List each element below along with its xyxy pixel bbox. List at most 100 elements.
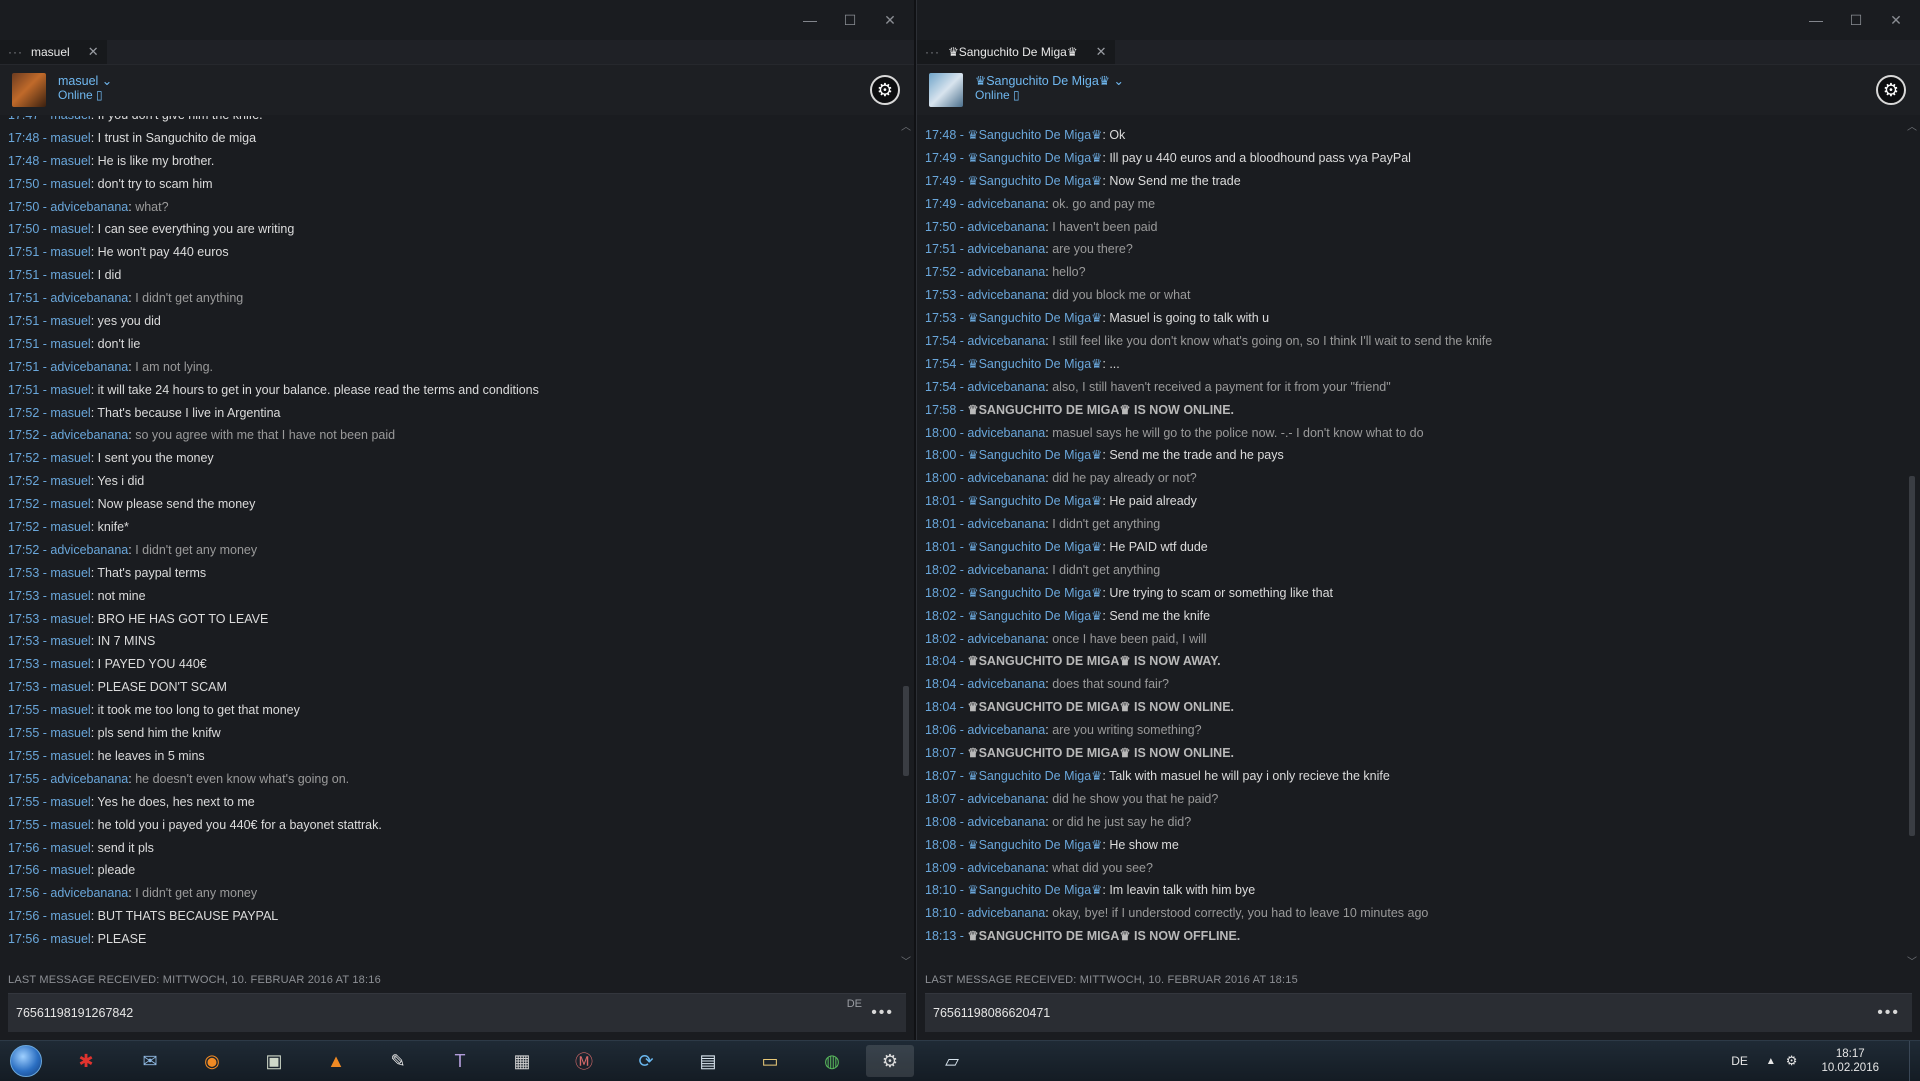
calculator-icon[interactable]: ▤: [684, 1045, 732, 1077]
message-author[interactable]: advicebanana: [967, 380, 1045, 394]
message-author[interactable]: ♛Sanguchito De Miga♛: [967, 448, 1102, 462]
message-author[interactable]: advicebanana: [967, 242, 1045, 256]
message-author[interactable]: advicebanana: [967, 632, 1045, 646]
show-desktop-button[interactable]: [1909, 1041, 1920, 1081]
message-author[interactable]: ♛Sanguchito De Miga♛: [967, 769, 1102, 783]
chrome-icon[interactable]: ◍: [808, 1045, 856, 1077]
clock[interactable]: 18:17 10.02.2016: [1821, 1047, 1879, 1075]
app-window-icon[interactable]: ▱: [928, 1045, 976, 1077]
message-author[interactable]: advicebanana: [967, 815, 1045, 829]
folder-icon[interactable]: ▭: [746, 1045, 794, 1077]
ellipsis-icon[interactable]: •••: [1877, 1004, 1900, 1022]
vlc-icon[interactable]: ▲: [312, 1045, 360, 1077]
message-author[interactable]: advicebanana: [50, 886, 128, 900]
input-language-indicator[interactable]: DE: [1731, 1054, 1748, 1068]
ellipsis-icon[interactable]: •••: [871, 1004, 894, 1022]
message-author[interactable]: masuel: [50, 116, 90, 122]
app-grid-icon[interactable]: ▦: [498, 1045, 546, 1077]
minimize-icon[interactable]: —: [796, 10, 824, 30]
message-author[interactable]: masuel: [50, 131, 90, 145]
message-author[interactable]: advicebanana: [967, 288, 1045, 302]
scroll-thumb[interactable]: [903, 686, 909, 776]
chat-tab[interactable]: ··· ♛Sanguchito De Miga♛ ✕: [917, 40, 1115, 64]
avatar[interactable]: [12, 73, 46, 107]
message-author[interactable]: masuel: [50, 177, 90, 191]
message-author[interactable]: masuel: [50, 497, 90, 511]
message-author[interactable]: masuel: [50, 154, 90, 168]
thunderbird-icon[interactable]: ✉: [126, 1045, 174, 1077]
message-author[interactable]: masuel: [50, 703, 90, 717]
message-input[interactable]: [8, 994, 846, 1032]
friend-name[interactable]: ♛Sanguchito De Miga♛ ⌄: [975, 73, 1124, 88]
steam-tray-icon[interactable]: ⚙: [1786, 1053, 1798, 1069]
message-author[interactable]: advicebanana: [967, 426, 1045, 440]
message-author[interactable]: advicebanana: [967, 197, 1045, 211]
chat-tab[interactable]: ··· masuel ✕: [0, 40, 107, 64]
message-author[interactable]: ♛Sanguchito De Miga♛: [967, 311, 1102, 325]
firefox-icon[interactable]: ◉: [188, 1045, 236, 1077]
message-author[interactable]: masuel: [50, 726, 90, 740]
message-author[interactable]: masuel: [50, 268, 90, 282]
maximize-icon[interactable]: ☐: [836, 10, 864, 30]
close-icon[interactable]: ✕: [876, 10, 904, 30]
message-author[interactable]: ♛Sanguchito De Miga♛: [967, 586, 1102, 600]
start-button[interactable]: [2, 1045, 50, 1077]
gear-icon[interactable]: ⚙: [870, 75, 900, 105]
tex-icon[interactable]: T: [436, 1045, 484, 1077]
message-author[interactable]: advicebanana: [50, 200, 128, 214]
message-author[interactable]: masuel: [50, 932, 90, 946]
message-author[interactable]: ♛Sanguchito De Miga♛: [967, 838, 1102, 852]
message-author[interactable]: advicebanana: [967, 517, 1045, 531]
tab-menu-icon[interactable]: ···: [8, 45, 23, 59]
app-m-icon[interactable]: Ⓜ: [560, 1045, 608, 1077]
message-input[interactable]: [925, 994, 1852, 1032]
message-author[interactable]: masuel: [50, 222, 90, 236]
tray-expand-icon[interactable]: ▲: [1766, 1056, 1776, 1067]
close-icon[interactable]: ✕: [1882, 10, 1910, 30]
message-author[interactable]: advicebanana: [967, 265, 1045, 279]
message-author[interactable]: masuel: [50, 818, 90, 832]
message-author[interactable]: masuel: [50, 680, 90, 694]
message-author[interactable]: masuel: [50, 451, 90, 465]
message-author[interactable]: masuel: [50, 245, 90, 259]
message-author[interactable]: advicebanana: [967, 220, 1045, 234]
sync-icon[interactable]: ⟳: [622, 1045, 670, 1077]
scroll-up-icon[interactable]: ︿: [1907, 118, 1917, 133]
message-author[interactable]: advicebanana: [50, 543, 128, 557]
message-author[interactable]: ♛Sanguchito De Miga♛: [967, 609, 1102, 623]
maximize-icon[interactable]: ☐: [1842, 10, 1870, 30]
message-author[interactable]: masuel: [50, 795, 90, 809]
message-author[interactable]: masuel: [50, 841, 90, 855]
message-author[interactable]: ♛Sanguchito De Miga♛: [967, 128, 1102, 142]
message-author[interactable]: advicebanana: [50, 428, 128, 442]
scrollbar[interactable]: ︿ ﹀: [900, 116, 912, 968]
message-author[interactable]: masuel: [50, 909, 90, 923]
message-author[interactable]: masuel: [50, 474, 90, 488]
scrollbar[interactable]: ︿ ﹀: [1906, 116, 1918, 968]
message-author[interactable]: ♛Sanguchito De Miga♛: [967, 151, 1102, 165]
message-author[interactable]: advicebanana: [50, 360, 128, 374]
message-author[interactable]: advicebanana: [967, 334, 1045, 348]
message-author[interactable]: masuel: [50, 749, 90, 763]
message-author[interactable]: ♛Sanguchito De Miga♛: [967, 540, 1102, 554]
message-author[interactable]: masuel: [50, 634, 90, 648]
message-author[interactable]: advicebanana: [50, 291, 128, 305]
gear-icon[interactable]: ⚙: [1876, 75, 1906, 105]
message-author[interactable]: masuel: [50, 612, 90, 626]
minimize-icon[interactable]: —: [1802, 10, 1830, 30]
message-author[interactable]: masuel: [50, 314, 90, 328]
message-author[interactable]: ♛Sanguchito De Miga♛: [967, 357, 1102, 371]
steam-icon[interactable]: ⚙: [866, 1045, 914, 1077]
message-author[interactable]: ♛Sanguchito De Miga♛: [967, 883, 1102, 897]
chevron-down-icon[interactable]: ⌄: [1113, 74, 1123, 88]
message-author[interactable]: advicebanana: [967, 723, 1045, 737]
tab-menu-icon[interactable]: ···: [925, 45, 940, 59]
scroll-up-icon[interactable]: ︿: [901, 118, 911, 133]
message-author[interactable]: masuel: [50, 863, 90, 877]
tab-close-icon[interactable]: ✕: [88, 44, 99, 60]
message-author[interactable]: advicebanana: [967, 471, 1045, 485]
message-author[interactable]: advicebanana: [967, 906, 1045, 920]
notepad-icon[interactable]: ✎: [374, 1045, 422, 1077]
message-author[interactable]: advicebanana: [967, 677, 1045, 691]
message-author[interactable]: masuel: [50, 657, 90, 671]
